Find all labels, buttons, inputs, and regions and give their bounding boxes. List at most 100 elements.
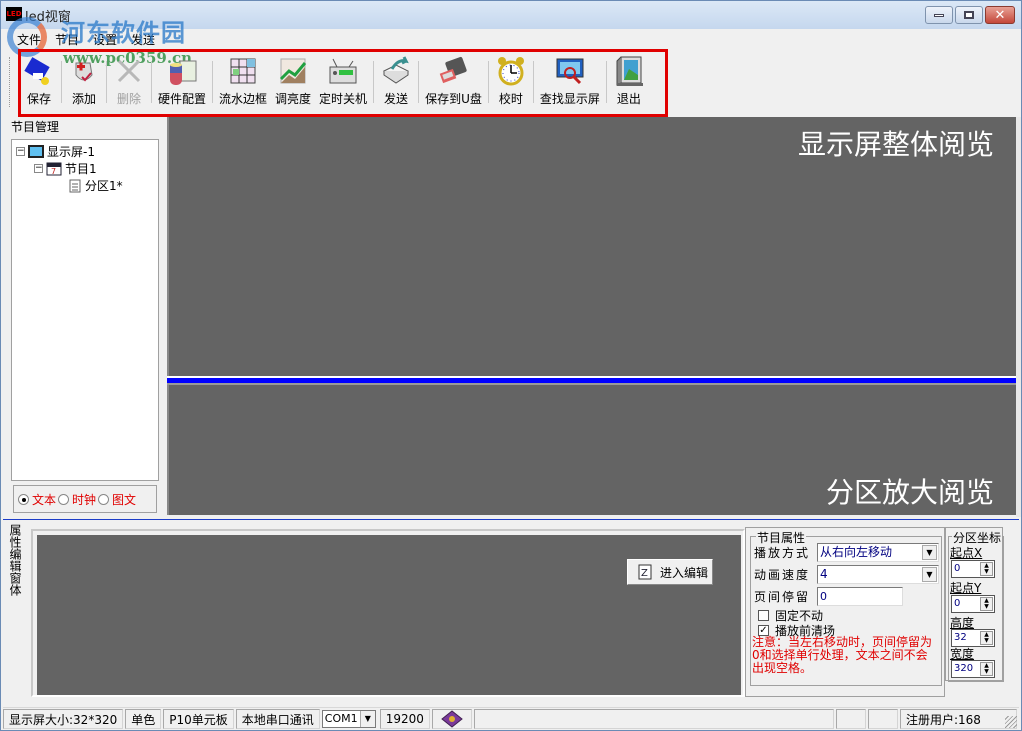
radio-image-text[interactable]: 图文 bbox=[98, 491, 136, 508]
panel-separator bbox=[3, 519, 1019, 520]
find-screen-icon bbox=[556, 58, 584, 85]
watermark-text: 河东软件园 bbox=[61, 18, 186, 47]
toolbar-separator bbox=[61, 61, 62, 103]
exit-button[interactable]: 退出 bbox=[609, 51, 649, 113]
save-to-usb-button[interactable]: 保存到U盘 bbox=[421, 51, 486, 113]
send-icon bbox=[383, 56, 410, 84]
save-button[interactable]: 保存 bbox=[19, 51, 59, 113]
minimize-button[interactable] bbox=[925, 6, 953, 24]
save-to-usb-label: 保存到U盘 bbox=[425, 92, 482, 106]
time-sync-label: 校时 bbox=[498, 92, 523, 106]
play-mode-select[interactable]: 从右向左移动 ▼ bbox=[817, 543, 939, 562]
exit-label: 退出 bbox=[616, 92, 641, 106]
screen-preview-area[interactable]: 显示屏整体阅览 bbox=[167, 117, 1016, 377]
calendar-icon: 7 bbox=[46, 162, 62, 176]
monitor-icon bbox=[28, 144, 44, 158]
toolbar-grip[interactable] bbox=[9, 57, 13, 107]
brightness-label: 调亮度 bbox=[275, 92, 312, 106]
toolbar-separator bbox=[487, 61, 489, 103]
brightness-button[interactable]: 调亮度 bbox=[271, 51, 315, 113]
maximize-button[interactable] bbox=[955, 6, 983, 24]
collapse-icon[interactable]: − bbox=[16, 147, 25, 156]
tree-screen-label: 显示屏-1 bbox=[47, 145, 95, 159]
save-icon bbox=[24, 57, 50, 85]
timer-shutdown-button[interactable]: 定时关机 bbox=[315, 51, 371, 113]
delete-icon bbox=[117, 59, 141, 83]
save-label: 保存 bbox=[26, 92, 51, 106]
tree-zone-label: 分区1* bbox=[85, 179, 123, 193]
start-x-label: 起点X bbox=[950, 546, 983, 560]
resize-grip[interactable] bbox=[1005, 716, 1017, 728]
tree-node-screen[interactable]: − 显示屏-1 bbox=[16, 143, 95, 160]
svg-text:7: 7 bbox=[51, 167, 56, 176]
border-label: 流水边框 bbox=[219, 92, 268, 106]
status-empty bbox=[835, 709, 866, 729]
status-baud: 19200 bbox=[379, 709, 430, 729]
add-button[interactable]: 添加 bbox=[64, 51, 104, 113]
right-edge bbox=[1016, 117, 1021, 517]
width-spinner[interactable]: 320 ▲ ▼ bbox=[951, 660, 995, 678]
program-tree[interactable]: − 显示屏-1 − 7 节目1 分区1* bbox=[11, 139, 159, 481]
toolbar-separator bbox=[532, 61, 534, 103]
dropdown-arrow-icon[interactable]: ▼ bbox=[359, 711, 375, 727]
toolbar-separator bbox=[106, 61, 107, 103]
collapse-icon[interactable]: − bbox=[34, 164, 43, 173]
radio-clock[interactable]: 时钟 bbox=[58, 491, 96, 508]
dropdown-arrow-icon[interactable]: ▼ bbox=[922, 545, 937, 560]
toolbar-separator bbox=[418, 61, 420, 103]
zone-preview-label: 分区放大阅览 bbox=[825, 476, 994, 509]
dropdown-arrow-icon[interactable]: ▼ bbox=[922, 567, 937, 582]
status-empty bbox=[473, 709, 834, 729]
delete-label: 删除 bbox=[116, 92, 141, 106]
exit-door-icon bbox=[616, 56, 643, 86]
spin-arrows-icon[interactable]: ▲ ▼ bbox=[980, 562, 993, 576]
zone-preview-area[interactable]: 分区放大阅览 bbox=[167, 385, 1016, 515]
status-screen-size: 显示屏大小:32*320 bbox=[3, 709, 124, 729]
toolbar-separator bbox=[212, 61, 214, 103]
tree-node-program[interactable]: − 7 节目1 bbox=[34, 160, 97, 177]
border-icon bbox=[230, 58, 256, 84]
radio-unselected-icon bbox=[98, 493, 110, 505]
delete-button[interactable]: 删除 bbox=[109, 51, 149, 113]
svg-text:Z: Z bbox=[641, 568, 648, 579]
program-manager-title: 节目管理 bbox=[11, 120, 60, 134]
border-button[interactable]: 流水边框 bbox=[215, 51, 271, 113]
connection-icon bbox=[441, 710, 463, 728]
preview-splitter[interactable] bbox=[167, 376, 1016, 385]
status-connect[interactable] bbox=[431, 709, 472, 729]
play-mode-label: 播放方式 bbox=[754, 546, 811, 560]
status-bar: 显示屏大小:32*320 单色 P10单元板 本地串口通讯 COM1 ▼ 192… bbox=[3, 707, 1019, 730]
edit-area bbox=[31, 529, 745, 697]
minimize-icon bbox=[934, 13, 944, 17]
tree-node-zone[interactable]: 分区1* bbox=[68, 177, 123, 194]
screen-preview-label: 显示屏整体阅览 bbox=[797, 128, 994, 161]
time-sync-button[interactable]: 校时 bbox=[491, 51, 531, 113]
status-registered-user: 注册用户:168 bbox=[899, 709, 1017, 729]
spin-arrows-icon[interactable]: ▲ ▼ bbox=[980, 662, 993, 676]
com-port-select[interactable]: COM1 ▼ bbox=[321, 710, 376, 728]
animation-speed-label: 动画速度 bbox=[754, 568, 811, 582]
maximize-icon bbox=[964, 11, 974, 19]
enter-edit-button[interactable]: Z 进入编辑 bbox=[627, 559, 713, 585]
spin-arrows-icon[interactable]: ▲ ▼ bbox=[980, 597, 993, 611]
add-icon bbox=[75, 62, 93, 82]
zone-coordinates-panel: 分区坐标 起点X 0 ▲ ▼ 起点Y 0 ▲ ▼ 高度 32 ▲ ▼ 宽度 320 ▲ ▼ bbox=[945, 527, 1004, 682]
find-screen-label: 查找显示屏 bbox=[539, 92, 600, 106]
warning-note: 注意：当左右移动时，页间停留为0和选择单行处理，文本之间不会出现空格。 bbox=[752, 635, 933, 675]
start-y-label: 起点Y bbox=[950, 581, 982, 595]
spin-arrows-icon[interactable]: ▲ ▼ bbox=[980, 631, 993, 645]
close-button[interactable]: ✕ bbox=[985, 6, 1015, 24]
animation-speed-select[interactable]: 4 ▼ bbox=[817, 565, 939, 584]
page-stay-input[interactable]: 0 bbox=[817, 587, 903, 606]
hardware-config-button[interactable]: 硬件配置 bbox=[154, 51, 210, 113]
radio-text[interactable]: 文本 bbox=[18, 491, 56, 508]
find-screen-button[interactable]: 查找显示屏 bbox=[536, 51, 604, 113]
start-y-spinner[interactable]: 0 ▲ ▼ bbox=[951, 595, 995, 613]
start-x-spinner[interactable]: 0 ▲ ▼ bbox=[951, 560, 995, 578]
hardware-config-icon bbox=[170, 60, 197, 85]
edit-document-icon: Z bbox=[638, 564, 652, 580]
alarm-clock-icon bbox=[497, 57, 524, 86]
send-button[interactable]: 发送 bbox=[376, 51, 416, 113]
send-label: 发送 bbox=[384, 92, 409, 106]
content-type-radio-group: 文本 时钟 图文 bbox=[13, 485, 157, 513]
